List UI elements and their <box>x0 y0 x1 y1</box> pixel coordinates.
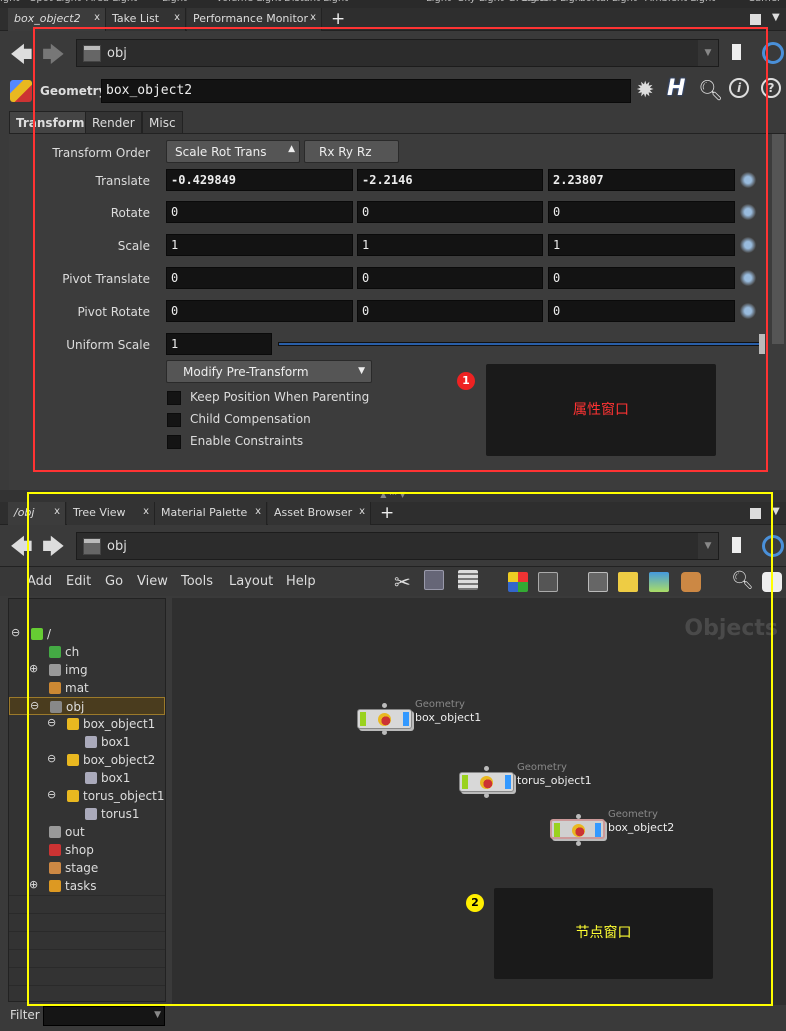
annotation-callout-2: 节点窗口 <box>494 888 713 979</box>
tab-label: Performance Monitor <box>193 12 309 25</box>
back-arrow-icon[interactable]: 🡄 <box>10 38 33 76</box>
tab-label: Take List <box>112 12 160 25</box>
pane-menu-icon[interactable]: ▼ <box>772 506 780 517</box>
maximize-icon[interactable] <box>750 14 761 25</box>
annotation-text: 节点窗口 <box>575 925 632 941</box>
shelf-tool[interactable]: Sky Light <box>458 0 504 4</box>
annotation-text: 属性窗口 <box>573 402 629 418</box>
shelf-strip: ight Spot Light Area Light Light Volume Ligh… <box>0 0 786 8</box>
shelf-tool[interactable]: Ambient Light <box>645 0 715 4</box>
shelf-tool[interactable]: Light <box>162 0 187 4</box>
geometry-icon <box>10 80 32 102</box>
pane-menu-icon[interactable]: ▼ <box>772 12 780 23</box>
annotation-callout-1: 属性窗口 <box>486 364 716 456</box>
collapse-icon[interactable]: ⊖ <box>11 626 20 639</box>
annotation-badge-1: 1 <box>457 372 475 390</box>
shelf-tool[interactable]: ight <box>0 0 19 4</box>
close-icon[interactable]: x <box>310 12 316 23</box>
tab-label: box_object2 <box>14 12 81 25</box>
shelf-tool[interactable]: Spot Light <box>30 0 81 4</box>
shelf-tool[interactable]: Volume Light <box>216 0 281 4</box>
shelf-tool[interactable]: Portal Light <box>580 0 637 4</box>
close-icon[interactable]: x <box>174 12 180 23</box>
close-icon[interactable]: x <box>94 12 100 23</box>
add-tab-button[interactable]: + <box>331 9 345 29</box>
annotation-badge-2: 2 <box>466 894 484 912</box>
shelf-tool[interactable]: Caustic Light <box>520 0 585 4</box>
filter-label: Filter <box>10 1008 40 1022</box>
shelf-tool[interactable]: Camer <box>748 0 781 4</box>
filter-input[interactable]: ▼ <box>43 1006 165 1026</box>
shelf-tool[interactable]: Light <box>426 0 451 4</box>
dropdown-icon[interactable]: ▼ <box>154 1010 161 1020</box>
shelf-tool[interactable]: Area Light <box>86 0 137 4</box>
scrollbar[interactable] <box>772 134 784 344</box>
shelf-tool[interactable]: Distant Light <box>284 0 348 4</box>
